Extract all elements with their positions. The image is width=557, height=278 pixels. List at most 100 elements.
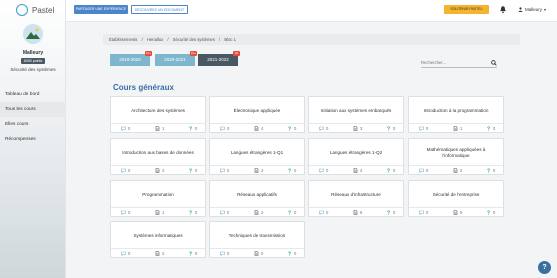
sidebar-item-rewards[interactable]: Récompenses: [0, 132, 66, 147]
tab-year[interactable]: 2021-2022 10: [198, 51, 240, 66]
user-name: Malleury: [22, 50, 44, 56]
question-count-value: 0: [493, 126, 496, 131]
comment-count-value: 0: [128, 251, 131, 256]
document-count: 1: [155, 210, 164, 215]
comment-icon: [319, 168, 326, 173]
course-card[interactable]: Langues étrangères 1-Q2 0 4? 0: [308, 138, 404, 175]
svg-text:?: ?: [288, 252, 291, 257]
question-icon: ?: [287, 210, 294, 216]
document-count-value: 1: [162, 210, 165, 215]
document-icon: [254, 168, 261, 173]
document-icon: [453, 126, 460, 131]
sidebar-item-all-courses[interactable]: Tous les cours: [0, 102, 66, 117]
document-count: 6: [353, 210, 362, 215]
document-count: 2: [155, 251, 164, 256]
comment-icon: [419, 168, 426, 173]
course-title: Systèmes informatiques: [133, 232, 183, 238]
question-icon: ?: [287, 168, 294, 174]
course-stats: 0 2? 0: [210, 165, 304, 174]
tab-year-badge: 10+: [145, 51, 152, 56]
comment-icon: [419, 210, 426, 215]
comment-count-value: 0: [326, 168, 329, 173]
course-card[interactable]: Techniques de transmission 0 0? 0: [209, 221, 305, 258]
search-input[interactable]: Rechercher...: [421, 60, 497, 68]
svg-text:?: ?: [487, 169, 490, 174]
course-card[interactable]: Électronique appliquée 0 4? 0: [209, 96, 305, 133]
course-card[interactable]: Réseaux d'infrastructure 0 6? 0: [308, 180, 404, 217]
comment-count-value: 0: [227, 168, 230, 173]
question-count-value: 0: [393, 168, 396, 173]
logo-text: Pastel: [32, 5, 55, 15]
course-title: Introduction à la programmation: [423, 107, 489, 113]
search-icon[interactable]: [491, 60, 497, 66]
logo[interactable]: Pastel: [16, 4, 54, 16]
comment-icon: [220, 168, 227, 173]
question-count: ? 0: [486, 210, 495, 215]
document-count-value: 2: [460, 168, 463, 173]
course-card[interactable]: Mathématiques appliquées à l'informatiqu…: [408, 138, 504, 175]
bell-icon[interactable]: [499, 5, 507, 14]
user-menu[interactable]: Malleury ▾: [518, 5, 546, 14]
document-icon: [353, 126, 360, 131]
course-stats: 0 6? 0: [309, 207, 403, 216]
comment-count: 0: [419, 168, 428, 173]
breadcrumb-item[interactable]: Henallux: [147, 37, 163, 42]
tab-year[interactable]: 2020-2021 10+: [155, 51, 197, 66]
course-title: Sécurité de l'entreprise: [432, 191, 480, 197]
comment-count-value: 0: [426, 126, 429, 131]
comment-count: 0: [319, 210, 328, 215]
support-pastel-button[interactable]: SOUTENIR PASTEL: [444, 5, 489, 14]
breadcrumb-item[interactable]: Établissements: [109, 37, 137, 42]
tab-year-badge: 10: [233, 51, 240, 56]
sidebar-nav: Tableau de bord Tous les cours Elles cou…: [0, 87, 66, 147]
discover-document-button[interactable]: DÉCOUVREZ UN DOCUMENT: [131, 5, 188, 14]
course-title: Langues étrangères 1-Q2: [329, 149, 383, 155]
document-count: 5: [453, 210, 462, 215]
tab-year[interactable]: 2019-2020 10+: [110, 51, 152, 66]
course-title: Programmation: [142, 191, 174, 197]
user-icon: [518, 7, 523, 12]
course-stats: 0 1? 0: [409, 123, 503, 132]
course-title: Réseaux applicatifs: [237, 191, 277, 197]
course-card[interactable]: Architecture des systèmes 0 1? 0: [110, 96, 206, 133]
course-stats: 0 5? 0: [409, 207, 503, 216]
sidebar-item-my-courses[interactable]: Elles cours: [0, 117, 66, 132]
course-title: Introduction aux bases de données: [122, 149, 194, 155]
comment-count: 0: [220, 251, 229, 256]
logo-icon: [16, 4, 28, 16]
comment-count: 0: [419, 126, 428, 131]
question-icon: ?: [188, 210, 195, 216]
comment-icon: [121, 251, 128, 256]
course-card[interactable]: Langues étrangères 1-Q1 0 2? 0: [209, 138, 305, 175]
course-card[interactable]: Réseaux applicatifs 0 2? 0: [209, 180, 305, 217]
help-icon[interactable]: ?: [538, 261, 551, 274]
question-icon: ?: [486, 168, 493, 174]
comment-count: 0: [220, 210, 229, 215]
document-icon: [353, 210, 360, 215]
course-card[interactable]: Sécurité de l'entreprise 0 5? 0: [408, 180, 504, 217]
tab-year-label: 2019-2020: [119, 57, 141, 62]
comment-icon: [220, 251, 227, 256]
question-count-value: 0: [294, 210, 297, 215]
sidebar-item-dashboard[interactable]: Tableau de bord: [0, 87, 66, 102]
share-experience-button[interactable]: PARTAGER UNE EXPÉRIENCE: [74, 5, 128, 14]
breadcrumb-item[interactable]: Sécurité des systèmes: [173, 37, 215, 42]
points-badge: 8390 points: [21, 58, 45, 64]
question-icon: ?: [386, 126, 393, 132]
course-card[interactable]: Initiation aux systèmes embarqués 0 3? 0: [308, 96, 404, 133]
course-card[interactable]: Systèmes informatiques 0 2? 0: [110, 221, 206, 258]
tab-year-label: 2020-2021: [164, 57, 186, 62]
course-card[interactable]: Programmation 0 1? 0: [110, 180, 206, 217]
course-stats: 0 2? 0: [409, 165, 503, 174]
course-card[interactable]: Introduction à la programmation 0 1? 0: [408, 96, 504, 133]
search-placeholder: Rechercher...: [421, 60, 446, 65]
svg-text:?: ?: [288, 169, 291, 174]
document-count-value: 5: [460, 210, 463, 215]
question-icon: ?: [188, 126, 195, 132]
avatar[interactable]: [23, 24, 43, 44]
document-count: 1: [155, 126, 164, 131]
course-card[interactable]: Introduction aux bases de données 0 2? 0: [110, 138, 206, 175]
document-count-value: 1: [460, 126, 463, 131]
breadcrumb-separator: /: [219, 37, 221, 42]
course-stats: 0 1? 0: [111, 123, 205, 132]
